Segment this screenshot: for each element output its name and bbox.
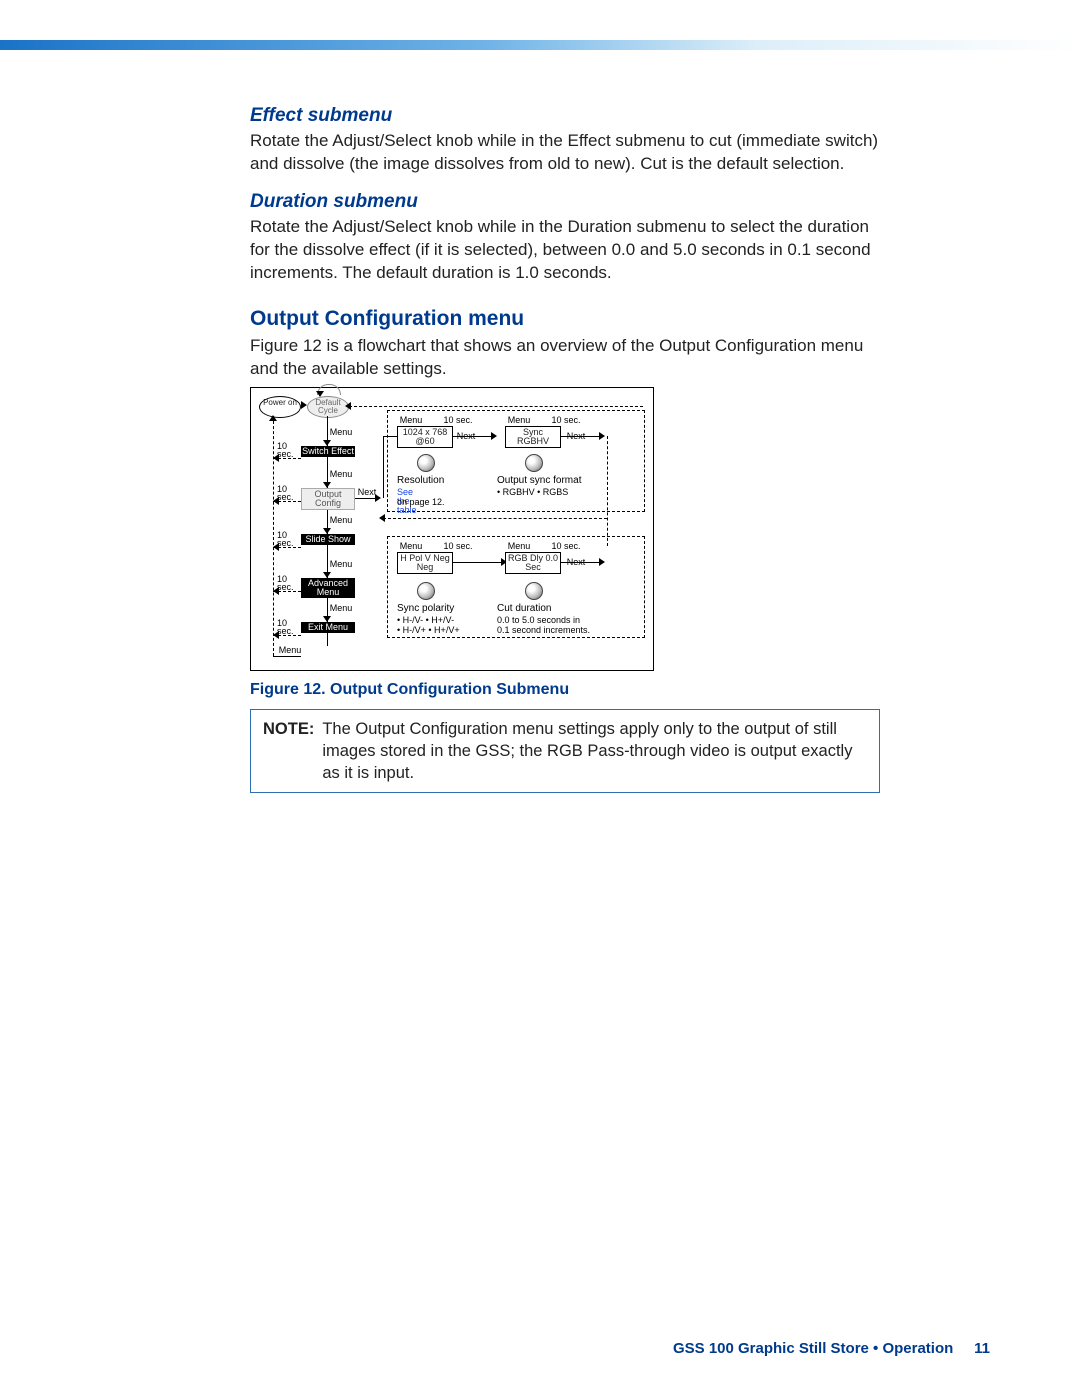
connector xyxy=(561,436,601,437)
arrow-icon xyxy=(379,514,385,522)
flow-menu-advanced-menu: Advanced Menu xyxy=(301,578,355,599)
arrow-icon xyxy=(345,402,351,410)
arrow-icon xyxy=(301,401,307,409)
arrow-icon xyxy=(273,454,279,462)
connector xyxy=(355,498,377,499)
flow-default-cycle: Default Cycle xyxy=(307,396,349,418)
label-menu: Menu xyxy=(323,560,359,569)
display-polarity: H Pol V Neg Neg xyxy=(397,552,453,575)
label-cut-duration: Cut duration xyxy=(497,604,551,615)
connector xyxy=(453,562,503,563)
connector-dashed xyxy=(349,406,643,407)
connector-dashed xyxy=(273,416,274,656)
connector-dashed xyxy=(607,436,608,546)
page-footer: GSS 100 Graphic Still Store • Operation … xyxy=(673,1340,990,1357)
arrow-icon xyxy=(273,543,279,551)
connector xyxy=(383,436,397,437)
figure-output-config-flowchart: Power on Default Cycle Menu 10 sec. Swit… xyxy=(250,387,654,671)
heading-duration-submenu: Duration submenu xyxy=(250,191,880,213)
label-menu: Menu xyxy=(323,516,359,525)
paragraph-effect: Rotate the Adjust/Select knob while in t… xyxy=(250,130,880,176)
display-rgbdly: RGB Dly 0.0 Sec xyxy=(505,552,561,575)
connector-dashed xyxy=(383,518,607,519)
arrow-icon xyxy=(491,432,497,440)
arrow-icon xyxy=(599,558,605,566)
arrow-icon xyxy=(375,494,381,502)
arrow-icon xyxy=(316,391,324,397)
arrow-icon xyxy=(599,432,605,440)
label-cut-opts1: 0.0 to 5.0 seconds in xyxy=(497,616,580,625)
label-osf-opts: • RGBHV • RGBS xyxy=(497,488,568,497)
flow-menu-output-config: Output Config xyxy=(301,488,355,511)
label-10sec: 10 sec. xyxy=(437,542,479,551)
connector xyxy=(561,562,601,563)
arrow-icon xyxy=(273,587,279,595)
label-10sec: 10 sec. xyxy=(545,416,587,425)
flow-menu-switch-effect: Switch Effect xyxy=(301,446,355,457)
heading-output-config-menu: Output Configuration menu xyxy=(250,307,880,331)
display-resolution: 1024 x 768 @60 xyxy=(397,426,453,449)
arrow-icon xyxy=(273,497,279,505)
label-sync-polarity: Sync polarity xyxy=(397,604,454,615)
flow-menu-slide-show: Slide Show xyxy=(301,534,355,545)
note-box: NOTE: The Output Configuration menu sett… xyxy=(250,709,880,794)
knob-icon xyxy=(525,582,543,600)
arrow-icon xyxy=(269,415,277,421)
footer-page-number: 11 xyxy=(974,1340,990,1357)
paragraph-duration: Rotate the Adjust/Select knob while in t… xyxy=(250,216,880,285)
knob-icon xyxy=(417,582,435,600)
note-text: The Output Configuration menu settings a… xyxy=(322,718,867,785)
knob-icon xyxy=(417,454,435,472)
knob-icon xyxy=(525,454,543,472)
label-menu: Menu xyxy=(503,416,535,425)
label-menu: Menu xyxy=(323,604,359,613)
connector xyxy=(453,436,493,437)
figure-caption: Figure 12. Output Configuration Submenu xyxy=(250,681,880,699)
note-label: NOTE: xyxy=(263,718,314,785)
flow-power-on: Power on xyxy=(259,396,301,418)
header-gradient-bar xyxy=(0,40,1080,50)
label-menu: Menu xyxy=(323,470,359,479)
arrow-icon xyxy=(273,631,279,639)
label-menu: Menu xyxy=(503,542,535,551)
label-menu: Menu xyxy=(323,428,359,437)
connector xyxy=(383,436,384,498)
label-menu: Menu xyxy=(275,646,305,655)
label-menu: Menu xyxy=(395,542,427,551)
label-pol-opts2: • H-/V+ • H+/V+ xyxy=(397,626,460,635)
paragraph-output: Figure 12 is a flowchart that shows an o… xyxy=(250,335,880,381)
flow-menu-exit-menu: Exit Menu xyxy=(301,622,355,633)
footer-text: GSS 100 Graphic Still Store • Operation xyxy=(673,1340,953,1357)
label-osf: Output sync format xyxy=(497,476,581,487)
label-cut-opts2: 0.1 second increments. xyxy=(497,626,590,635)
label-10sec: 10 sec. xyxy=(437,416,479,425)
label-resolution: Resolution xyxy=(397,476,444,487)
heading-effect-submenu: Effect submenu xyxy=(250,105,880,127)
connector xyxy=(273,656,301,657)
label-seetable-rest: on page 12. xyxy=(397,498,445,507)
label-pol-opts1: • H-/V- • H+/V- xyxy=(397,616,454,625)
label-10sec: 10 sec. xyxy=(545,542,587,551)
label-menu: Menu xyxy=(395,416,427,425)
display-sync: Sync RGBHV xyxy=(505,426,561,449)
